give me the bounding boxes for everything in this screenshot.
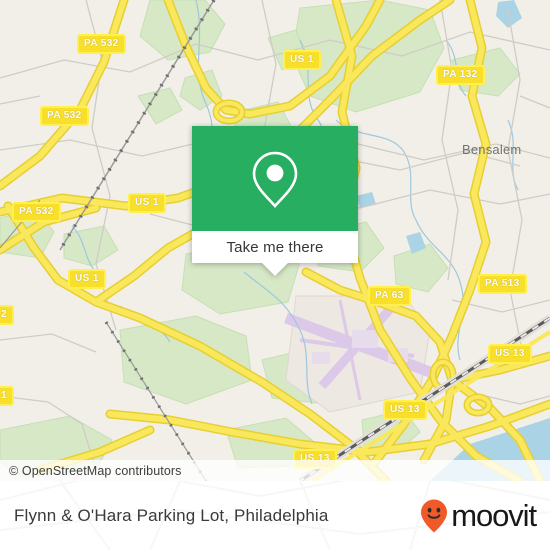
road-shield: PA 532 [40, 106, 89, 126]
map-pin-icon [252, 151, 298, 208]
moovit-wordmark: moovit [451, 498, 537, 533]
road-shield: PA 513 [478, 274, 527, 294]
footer-content: Flynn & O'Hara Parking Lot, Philadelphia… [0, 481, 550, 550]
moovit-brand[interactable]: moovit [419, 498, 537, 534]
moovit-smiling-pin-icon [421, 499, 448, 532]
road-shield: US 1 [68, 269, 106, 289]
road-shield: PA 63 [368, 286, 411, 306]
road-shield: US 13 [383, 400, 427, 420]
popup-tail [262, 263, 288, 276]
attribution-text: © OpenStreetMap contributors [9, 463, 182, 478]
place-label: Bensalem [462, 142, 522, 157]
footer-bar: Flynn & O'Hara Parking Lot, Philadelphia… [0, 481, 550, 550]
popup-header [192, 126, 358, 231]
road-shield: 1 [0, 386, 14, 406]
take-me-there-label: Take me there [226, 238, 324, 256]
moovit-map-screenshot: PA 532 US 1 PA 132 PA 532 US 1 PA 532 US 1 PA 6… [0, 0, 550, 550]
road-shield: PA 532 [77, 34, 126, 54]
road-shield: US 1 [128, 193, 166, 213]
road-shield: PA 132 [436, 65, 485, 85]
road-shield: PA 532 [12, 202, 61, 222]
road-shield: US 1 [283, 50, 321, 70]
road-shield: US 13 [488, 344, 532, 364]
road-shield: 2 [0, 305, 14, 325]
popup-action-row[interactable]: Take me there [192, 231, 358, 263]
map-attribution[interactable]: © OpenStreetMap contributors [0, 460, 550, 481]
map-container[interactable]: PA 532 US 1 PA 132 PA 532 US 1 PA 532 US 1 PA 6… [0, 0, 550, 481]
location-title: Flynn & O'Hara Parking Lot, Philadelphia [14, 505, 329, 525]
take-me-there-popup[interactable]: Take me there [192, 126, 358, 276]
